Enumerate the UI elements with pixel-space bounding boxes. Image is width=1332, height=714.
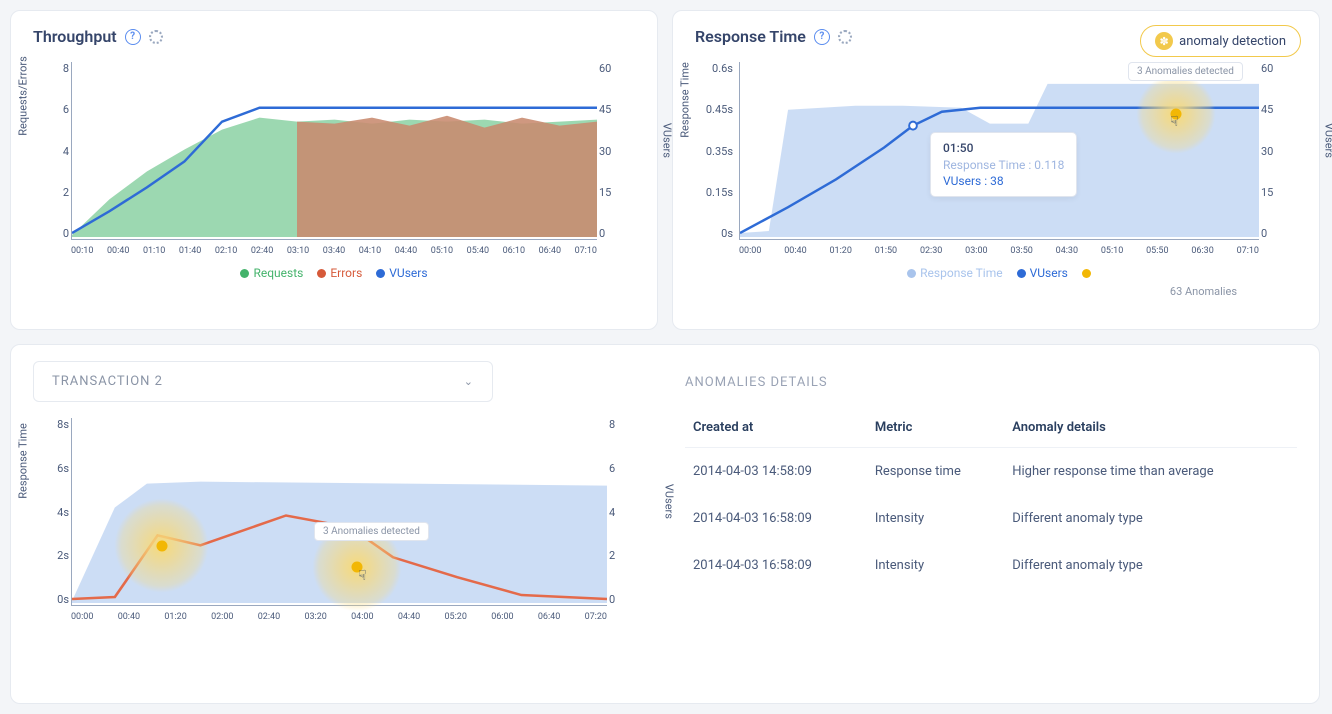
transaction-panel: TRANSACTION 2 ⌄ Response Time VUsers 8s6…: [33, 361, 645, 687]
throughput-title-row: Throughput ?: [33, 27, 635, 46]
anomalies-details-title: ANOMALIES DETAILS: [685, 375, 1297, 390]
anomaly-tooltip: 3 Anomalies detected: [1128, 62, 1243, 81]
gear-icon: ✽: [1155, 32, 1173, 50]
throughput-x-ticks: 00:1000:4001:1001:4002:1002:4003:1003:40…: [71, 246, 597, 256]
response-yleft-ticks: 0.6s0.45s0.35s0.15s0s: [703, 62, 733, 240]
transaction-chart: Response Time VUsers 8s6s4s2s0s 86420: [33, 410, 645, 650]
response-chart: Response Time VUsers 0.6s0.45s0.35s0.15s…: [695, 54, 1297, 284]
legend-anomaly-dot[interactable]: [1082, 266, 1091, 280]
legend-errors[interactable]: Errors: [317, 266, 362, 280]
response-yright-label: VUsers: [1323, 123, 1332, 158]
anomaly-marker-1[interactable]: [114, 498, 209, 593]
legend-vusers[interactable]: VUsers: [1017, 266, 1068, 280]
help-icon[interactable]: ?: [814, 29, 830, 45]
throughput-title: Throughput: [33, 27, 117, 46]
col-created: Created at: [685, 408, 867, 448]
response-yright-ticks: 604530150: [1261, 62, 1279, 240]
throughput-yleft-ticks: 8 6 4 2 0: [51, 62, 69, 240]
table-row[interactable]: 2014-04-03 16:58:09 Intensity Different …: [685, 542, 1297, 589]
response-x-ticks: 00:0000:4001:2001:5002:3003:0003:5004:30…: [739, 246, 1259, 256]
details-card: TRANSACTION 2 ⌄ Response Time VUsers 8s6…: [10, 344, 1320, 704]
response-legend: Response Time VUsers: [739, 266, 1259, 280]
transaction-plot[interactable]: 3 Anomalies detected ☟: [71, 418, 607, 606]
transaction-yleft-ticks: 8s6s4s2s0s: [51, 418, 69, 606]
transaction-x-ticks: 00:0000:4001:2002:0002:4003:2004:0004:40…: [71, 612, 607, 622]
legend-requests[interactable]: Requests: [240, 266, 303, 280]
anomaly-detection-button[interactable]: ✽ anomaly detection: [1140, 25, 1301, 57]
legend-response-time[interactable]: Response Time: [907, 266, 1002, 280]
response-card: Response Time ? ✽ anomaly detection Resp…: [672, 10, 1320, 330]
transaction-yright-label: VUsers: [663, 484, 676, 519]
throughput-card: Throughput ? Requests/Errors VUsers 8 6 …: [10, 10, 658, 330]
throughput-yleft-label: Requests/Errors: [17, 56, 30, 136]
throughput-legend: Requests Errors VUsers: [71, 266, 597, 280]
table-row[interactable]: 2014-04-03 16:58:09 Intensity Different …: [685, 495, 1297, 542]
throughput-chart: Requests/Errors VUsers 8 6 4 2 0 60 45 3…: [33, 54, 635, 284]
transaction-selector[interactable]: TRANSACTION 2 ⌄: [33, 361, 493, 402]
loading-spinner-icon: [838, 30, 852, 44]
cursor-icon: ☟: [1170, 114, 1179, 130]
anomalies-table: Created at Metric Anomaly details 2014-0…: [685, 408, 1297, 589]
anomaly-count: 63 Anomalies: [1170, 285, 1237, 298]
help-icon[interactable]: ?: [125, 29, 141, 45]
response-tooltip: 01:50 Response Time : 0.118 VUsers : 38: [930, 132, 1077, 197]
table-row[interactable]: 2014-04-03 14:58:09 Response time Higher…: [685, 448, 1297, 496]
response-plot[interactable]: 3 Anomalies detected ☟ 01:50 Response Ti…: [739, 62, 1259, 240]
response-title: Response Time: [695, 27, 806, 46]
table-header-row: Created at Metric Anomaly details: [685, 408, 1297, 448]
chevron-down-icon: ⌄: [464, 375, 474, 388]
transaction-yleft-label: Response Time: [17, 423, 30, 499]
loading-spinner-icon: [149, 30, 163, 44]
anomalies-details-panel: ANOMALIES DETAILS Created at Metric Anom…: [685, 361, 1297, 687]
cursor-icon: ☟: [358, 568, 367, 584]
anomaly-tooltip: 3 Anomalies detected: [314, 522, 429, 541]
response-yleft-label: Response Time: [679, 62, 692, 138]
col-metric: Metric: [867, 408, 1004, 448]
col-detail: Anomaly details: [1004, 408, 1297, 448]
transaction-yright-ticks: 86420: [609, 418, 627, 606]
throughput-plot[interactable]: [71, 62, 597, 240]
legend-vusers[interactable]: VUsers: [376, 266, 427, 280]
throughput-yright-ticks: 60 45 30 15 0: [599, 62, 617, 240]
